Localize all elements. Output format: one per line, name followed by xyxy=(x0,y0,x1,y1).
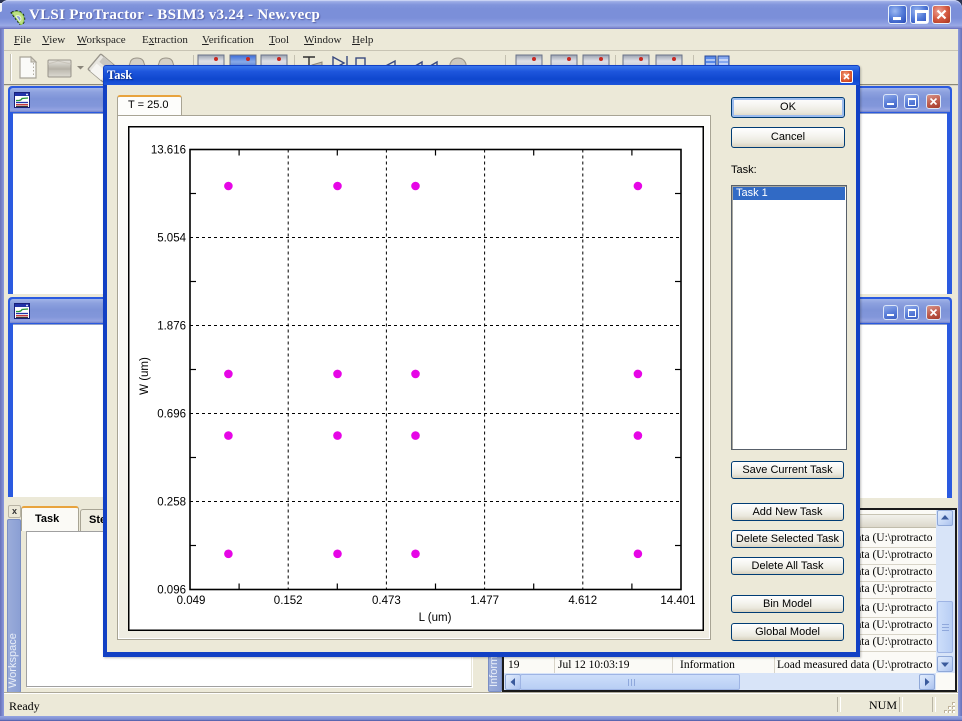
svg-text:13.616: 13.616 xyxy=(151,145,186,157)
svg-text:0.473: 0.473 xyxy=(372,595,401,607)
svg-text:5.054: 5.054 xyxy=(157,233,186,245)
svg-text:W (um): W (um) xyxy=(139,357,151,395)
svg-text:4.612: 4.612 xyxy=(568,595,597,607)
svg-text:0.152: 0.152 xyxy=(274,595,303,607)
svg-text:1.477: 1.477 xyxy=(470,595,499,607)
svg-text:14.401: 14.401 xyxy=(660,595,695,607)
svg-text:0.049: 0.049 xyxy=(177,595,206,607)
svg-text:0.696: 0.696 xyxy=(157,409,186,421)
svg-text:1.876: 1.876 xyxy=(157,321,186,333)
svg-text:L (um): L (um) xyxy=(419,612,452,624)
svg-text:0.258: 0.258 xyxy=(157,497,186,509)
